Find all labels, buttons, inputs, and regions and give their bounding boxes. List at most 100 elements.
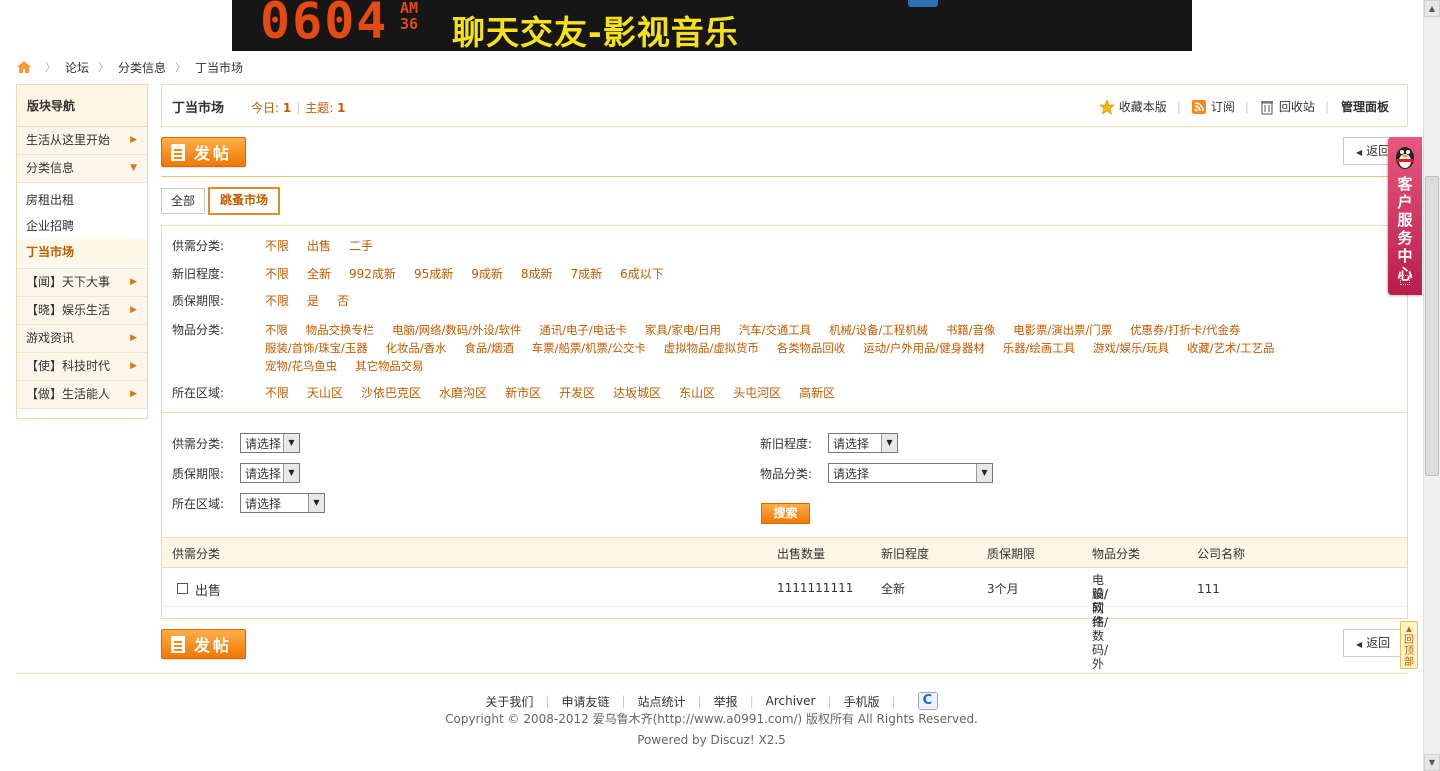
footer-link-about[interactable]: 关于我们 [485, 693, 533, 710]
admin-panel-link[interactable]: 管理面板 [1341, 98, 1389, 115]
filter-option[interactable]: 9成新 [471, 265, 503, 283]
cnzz-stats-icon[interactable] [917, 692, 938, 710]
filter-option[interactable]: 物品交换专栏 [306, 321, 374, 339]
thread-title-link[interactable]: 出售 [195, 580, 221, 599]
filter-option[interactable]: 运动/户外用品/健身器材 [863, 339, 985, 357]
sidebar-item-news[interactable]: 【闻】天下大事 ▶ [17, 269, 147, 297]
footer-link-archiver[interactable]: Archiver [766, 694, 816, 708]
sidebar-item-classified[interactable]: 分类信息 ▼ [17, 155, 147, 183]
top-banner-ad[interactable]: 0604 AM 36 聊天交友-影视音乐 [232, 0, 1192, 51]
filter-option[interactable]: 其它物品交易 [355, 357, 423, 375]
filter-option[interactable]: 游戏/娱乐/玩具 [1093, 339, 1169, 357]
new-post-button[interactable]: 发帖 [161, 137, 246, 167]
home-icon[interactable] [16, 60, 32, 74]
triangle-left-icon: ◀ [1356, 640, 1363, 649]
sidebar-item-games[interactable]: 游戏资讯 ▶ [17, 325, 147, 353]
filter-option[interactable]: 家具/家电/日用 [645, 321, 721, 339]
sidebar-subitem-market[interactable]: 丁当市场 [17, 239, 147, 265]
row-checkbox[interactable] [177, 583, 188, 594]
filter-option[interactable]: 出售 [307, 237, 331, 255]
sidebar-item-entertainment[interactable]: 【晓】娱乐生活 ▶ [17, 297, 147, 325]
filter-option[interactable]: 化妆品/香水 [386, 339, 447, 357]
filter-option[interactable]: 沙依巴克区 [361, 384, 421, 402]
filter-option[interactable]: 不限 [265, 237, 289, 255]
chevron-right-icon: ▶ [130, 305, 137, 315]
warranty-select[interactable]: 请选择 ▼ [240, 463, 300, 483]
tab-all[interactable]: 全部 [161, 188, 206, 214]
column-header: 新旧程度 [881, 547, 930, 561]
breadcrumb-forum[interactable]: 论坛 [65, 59, 89, 76]
filter-option[interactable]: 头屯河区 [733, 384, 781, 402]
back-to-top-button[interactable]: ▲ 回顶部 [1400, 621, 1418, 669]
filter-option[interactable]: 二手 [349, 237, 373, 255]
cell-condition: 全新 [881, 582, 906, 596]
back-button-bottom[interactable]: ◀ 返回 [1343, 629, 1406, 657]
scroll-down-arrow-icon[interactable]: ▼ [1424, 754, 1440, 771]
sidebar-subitem-rental[interactable]: 房租出租 [17, 187, 147, 213]
filter-option[interactable]: 电脑/网络/数码/外设/软件 [392, 321, 521, 339]
filter-option[interactable]: 新市区 [505, 384, 541, 402]
footer-links: 关于我们 | 申请友链 | 站点统计 | 举报 | Archiver | 手机版 | [0, 692, 1423, 710]
filter-option[interactable]: 不限 [265, 321, 288, 339]
filter-option[interactable]: 8成新 [521, 265, 553, 283]
footer-link-mobile[interactable]: 手机版 [844, 693, 880, 710]
sidebar-item-lifestyle[interactable]: 【做】生活能人 ▶ [17, 381, 147, 409]
filter-option[interactable]: 不限 [265, 265, 289, 283]
star-icon [1098, 98, 1115, 115]
filter-option[interactable]: 收藏/艺术/工艺品 [1187, 339, 1274, 357]
sidebar-item-tech[interactable]: 【使】科技时代 ▶ [17, 353, 147, 381]
filter-option[interactable]: 开发区 [559, 384, 595, 402]
breadcrumb-current[interactable]: 丁当市场 [195, 59, 243, 76]
filter-option[interactable]: 乐器/绘画工具 [1003, 339, 1075, 357]
filter-option[interactable]: 不限 [265, 292, 289, 310]
filter-option[interactable]: 书籍/音像 [946, 321, 995, 339]
sidebar-subitem-jobs[interactable]: 企业招聘 [17, 213, 147, 239]
supply-select[interactable]: 请选择 ▼ [240, 433, 300, 453]
footer-link-stats[interactable]: 站点统计 [638, 693, 686, 710]
region-select[interactable]: 请选择 ▼ [240, 493, 325, 513]
filter-option[interactable]: 各类物品回收 [777, 339, 845, 357]
filter-option[interactable]: 达坂城区 [613, 384, 661, 402]
search-button[interactable]: 搜索 [761, 503, 810, 524]
filter-option[interactable]: 是 [307, 292, 319, 310]
banner-tab-button[interactable] [908, 0, 938, 7]
filter-option[interactable]: 宠物/花鸟鱼虫 [265, 357, 337, 375]
sidebar-item-life[interactable]: 生活从这里开始 ▶ [17, 127, 147, 155]
scroll-up-arrow-icon[interactable]: ▲ [1424, 0, 1440, 17]
filter-option[interactable]: 高新区 [799, 384, 835, 402]
filter-option[interactable]: 7成新 [571, 265, 603, 283]
filter-option[interactable]: 机械/设备/工程机械 [829, 321, 928, 339]
grip-icon [1400, 275, 1410, 285]
customer-service-float[interactable]: 客户服务中心 [1388, 137, 1422, 295]
filter-option[interactable]: 车票/船票/机票/公交卡 [532, 339, 646, 357]
favorite-forum-link[interactable]: 收藏本版 [1098, 98, 1167, 115]
filter-option[interactable]: 通讯/电子/电话卡 [539, 321, 626, 339]
tab-flea-market[interactable]: 跳蚤市场 [208, 187, 281, 215]
filter-option[interactable]: 电影票/演出票/门票 [1013, 321, 1112, 339]
filter-option[interactable]: 992成新 [349, 265, 396, 283]
filter-option[interactable]: 优惠券/打折卡/代金券 [1130, 321, 1240, 339]
filter-option[interactable]: 食品/烟酒 [464, 339, 513, 357]
footer-link-friendlink[interactable]: 申请友链 [561, 693, 609, 710]
filter-option[interactable]: 6成以下 [620, 265, 664, 283]
filter-row-category: 物品分类: 不限 物品交换专栏 电脑/网络/数码/外设/软件 通讯/电子/电话卡… [172, 321, 1355, 375]
filter-option[interactable]: 天山区 [307, 384, 343, 402]
condition-select[interactable]: 请选择 ▼ [828, 433, 898, 453]
footer-link-report[interactable]: 举报 [714, 693, 738, 710]
category-select[interactable]: 请选择 ▼ [828, 463, 993, 483]
subscribe-link[interactable]: 订阅 [1191, 98, 1235, 115]
filter-option[interactable]: 服装/首饰/珠宝/玉器 [265, 339, 368, 357]
vertical-scrollbar[interactable]: ▲ ▼ [1423, 0, 1440, 771]
filter-option[interactable]: 否 [337, 292, 349, 310]
filter-option[interactable]: 水磨沟区 [439, 384, 487, 402]
filter-option[interactable]: 东山区 [679, 384, 715, 402]
filter-option[interactable]: 不限 [265, 384, 289, 402]
recycle-bin-link[interactable]: 回收站 [1259, 98, 1315, 115]
new-post-button-bottom[interactable]: 发帖 [161, 629, 246, 659]
filter-option[interactable]: 95成新 [414, 265, 453, 283]
breadcrumb-category[interactable]: 分类信息 [118, 59, 166, 76]
filter-option[interactable]: 全新 [307, 265, 331, 283]
filter-option[interactable]: 虚拟物品/虚拟货币 [664, 339, 759, 357]
scroll-thumb[interactable] [1425, 176, 1439, 476]
filter-option[interactable]: 汽车/交通工具 [739, 321, 811, 339]
